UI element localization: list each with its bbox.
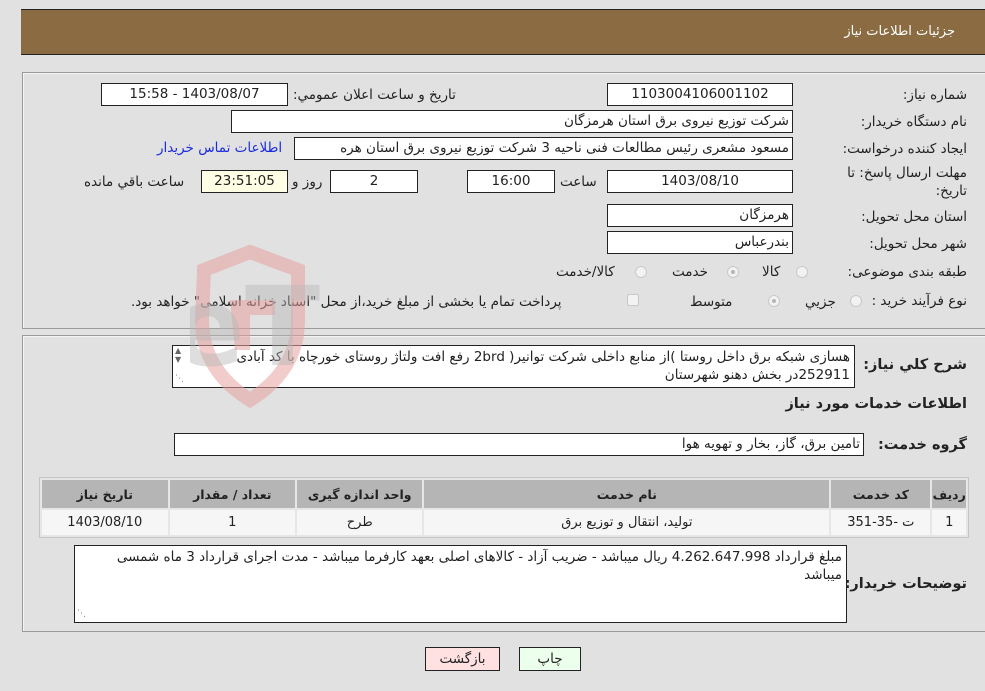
cell-quantity: 1 bbox=[169, 510, 295, 535]
page-title: جزئیات اطلاعات نیاز bbox=[844, 24, 955, 39]
resize-handle-icon[interactable]: ⋰ bbox=[175, 374, 184, 384]
cell-unit: طرح bbox=[297, 510, 423, 535]
need-number-field: 1103004106001102 bbox=[607, 83, 793, 106]
deadline-label: مهلت ارسال پاسخ: تا تاريخ: bbox=[847, 165, 967, 199]
page-header: جزئیات اطلاعات نیاز bbox=[21, 9, 985, 55]
col-service-name: نام خدمت bbox=[424, 480, 830, 508]
col-need-date: تاريخ نياز bbox=[42, 480, 168, 508]
treasury-bonds-label: پرداخت تمام يا بخشی از مبلغ خريد،از محل … bbox=[131, 294, 562, 310]
cell-service-name: توليد، انتقال و توزيع برق bbox=[424, 510, 830, 535]
service-group-field: تامين برق، گاز، بخار و تهويه هوا bbox=[174, 433, 864, 456]
need-number-label: شماره نیاز: bbox=[902, 87, 967, 103]
purchase-type-medium-radio[interactable] bbox=[768, 295, 780, 307]
remaining-days-field: 2 bbox=[330, 170, 418, 193]
description-text: هسازی شبکه برق داخل روستا )از منابع داخل… bbox=[236, 349, 850, 383]
purchase-type-label: نوع فرآيند خريد : bbox=[871, 293, 967, 309]
treasury-bonds-checkbox[interactable] bbox=[627, 294, 639, 306]
service-group-label: گروه خدمت: bbox=[877, 437, 967, 453]
back-button[interactable]: بازگشت bbox=[425, 647, 500, 671]
category-service-radio[interactable] bbox=[727, 266, 739, 278]
category-goods-label: کالا bbox=[762, 264, 781, 280]
city-field: بندرعباس bbox=[607, 231, 793, 254]
province-field: هرمزگان bbox=[607, 204, 793, 227]
purchase-type-minor-label: جزيي bbox=[805, 294, 836, 310]
announce-datetime-field: 1403/08/07 - 15:58 bbox=[101, 83, 288, 106]
province-label: استان محل تحويل: bbox=[861, 209, 967, 225]
remaining-time-field: 23:51:05 bbox=[201, 170, 288, 193]
announce-datetime-label: تاريخ و ساعت اعلان عمومي: bbox=[293, 87, 456, 103]
col-row-number: رديف bbox=[932, 480, 966, 508]
print-button[interactable]: چاپ bbox=[519, 647, 581, 671]
description-textarea[interactable]: هسازی شبکه برق داخل روستا )از منابع داخل… bbox=[172, 345, 855, 388]
purchase-type-minor-radio[interactable] bbox=[850, 295, 862, 307]
col-quantity: تعداد / مقدار bbox=[169, 480, 295, 508]
buyer-org-field: شرکت توزیع نیروی برق استان هرمزگان bbox=[231, 110, 793, 133]
buyer-contact-link[interactable]: اطلاعات تماس خريدار bbox=[157, 140, 282, 156]
cell-row-number: 1 bbox=[932, 510, 966, 535]
city-label: شهر محل تحويل: bbox=[869, 236, 967, 252]
category-label: طبقه بندی موضوعی: bbox=[847, 264, 967, 280]
cell-service-code: ت -35-351 bbox=[831, 510, 931, 535]
deadline-date-field: 1403/08/10 bbox=[607, 170, 793, 193]
requester-field: مسعود مشعری رئیس مطالعات فنی ناحیه 3 شرک… bbox=[294, 137, 793, 160]
col-unit: واحد اندازه گيری bbox=[297, 480, 423, 508]
deadline-time-label: ساعت bbox=[560, 174, 597, 190]
buyer-notes-text: مبلغ قرارداد 4.262.647.998 ریال میباشد -… bbox=[116, 549, 842, 583]
resize-handle-icon[interactable]: ⋰ bbox=[77, 609, 86, 619]
days-label: روز و bbox=[292, 174, 323, 190]
scroll-arrows-icon[interactable]: ▲ ▼ bbox=[175, 346, 181, 364]
table-header-row: رديف کد خدمت نام خدمت واحد اندازه گيری ت… bbox=[42, 480, 966, 508]
table-row: 1 ت -35-351 توليد، انتقال و توزيع برق طر… bbox=[42, 510, 966, 535]
category-goods-service-label: کالا/خدمت bbox=[556, 264, 615, 280]
remaining-time-label: ساعت باقي مانده bbox=[84, 174, 185, 190]
col-service-code: کد خدمت bbox=[831, 480, 931, 508]
deadline-time-field: 16:00 bbox=[467, 170, 555, 193]
category-goods-radio[interactable] bbox=[796, 266, 808, 278]
category-goods-service-radio[interactable] bbox=[635, 266, 647, 278]
requester-label: ايجاد کننده درخواست: bbox=[842, 141, 967, 157]
description-label: شرح کلي نياز: bbox=[863, 357, 967, 373]
buyer-notes-label: توضيحات خريدار: bbox=[844, 576, 967, 592]
buyer-org-label: نام دستگاه خريدار: bbox=[860, 114, 967, 130]
services-table: رديف کد خدمت نام خدمت واحد اندازه گيری ت… bbox=[39, 477, 969, 538]
category-service-label: خدمت bbox=[672, 264, 708, 280]
purchase-type-medium-label: متوسط bbox=[690, 294, 733, 310]
buyer-notes-textarea[interactable]: مبلغ قرارداد 4.262.647.998 ریال میباشد -… bbox=[74, 545, 847, 623]
services-section-title: اطلاعات خدمات مورد نياز bbox=[785, 396, 967, 412]
cell-need-date: 1403/08/10 bbox=[42, 510, 168, 535]
